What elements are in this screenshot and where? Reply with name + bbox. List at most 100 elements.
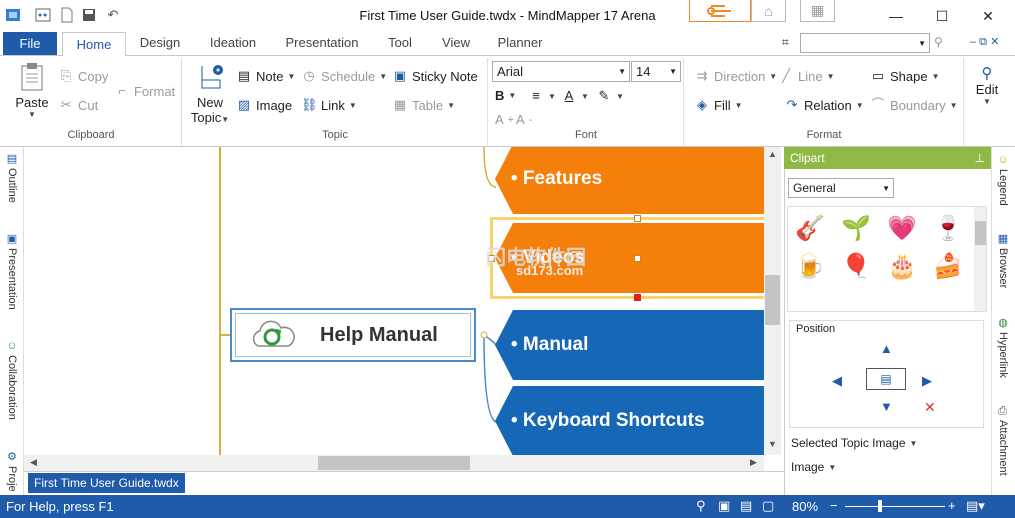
gallery-scrollbar[interactable] <box>974 207 986 311</box>
beer-icon[interactable]: 🍺 <box>792 249 828 285</box>
cake-icon[interactable]: 🎂 <box>884 249 920 285</box>
boundary-button[interactable]: ⌒ Boundary ▼ <box>870 97 957 113</box>
wine-icon[interactable]: 🍷 <box>930 211 966 247</box>
grid-icon[interactable] <box>34 6 52 24</box>
grow-font-button[interactable]: A + <box>495 112 514 127</box>
page-layout-icon[interactable]: ▤▾ <box>966 498 985 514</box>
edit-button[interactable]: ⚲ Edit ▼ <box>968 64 1006 106</box>
map-canvas[interactable]: • Features • Videos • Manual • Keyboard … <box>24 147 764 455</box>
zoom-in-icon[interactable]: + <box>948 498 956 513</box>
plant-icon[interactable]: 🌱 <box>838 211 874 247</box>
view-map-icon[interactable]: ▤ <box>740 498 752 514</box>
new-file-icon[interactable] <box>58 6 76 24</box>
sidebar-tab-presentation[interactable]: ▣ Presentation <box>2 232 22 322</box>
remove-image-icon[interactable]: ✕ <box>924 399 936 416</box>
cut-button[interactable]: ✂ Cut <box>58 97 99 113</box>
scroll-down-icon[interactable]: ▼ <box>768 439 777 449</box>
view-screen-icon[interactable]: ▢ <box>762 498 774 514</box>
scroll-up-icon[interactable]: ▲ <box>768 149 777 159</box>
horizontal-scroll-thumb[interactable] <box>318 456 470 470</box>
vertical-scrollbar[interactable]: ▲ ▼ <box>764 147 781 455</box>
sidebar-tab-collaboration[interactable]: ☺ Collaboration <box>2 340 22 430</box>
sidebar-tab-project[interactable]: ⚙ Proje <box>2 450 22 494</box>
topic-videos[interactable]: • Videos <box>495 223 764 293</box>
topic-manual[interactable]: • Manual <box>495 310 764 380</box>
horizontal-scrollbar[interactable]: ◀ ▶ <box>24 455 764 471</box>
tab-view[interactable]: View <box>437 35 475 55</box>
format-painter-button[interactable]: ⌐ Format <box>114 83 175 99</box>
save-icon[interactable] <box>80 6 98 24</box>
doc-tab-active[interactable]: First Time User Guide.twdx <box>28 473 185 493</box>
guitar-icon[interactable]: 🎸 <box>792 211 828 247</box>
image-button[interactable]: ▨ Image <box>236 97 292 113</box>
position-bottom-icon[interactable]: ▼ <box>880 399 893 414</box>
tab-design[interactable]: Design <box>136 35 184 55</box>
fill-button[interactable]: ◈ Fill ▼ <box>694 97 743 113</box>
scroll-right-icon[interactable]: ▶ <box>750 457 757 468</box>
direction-button[interactable]: ⇉ Direction ▼ <box>694 68 778 84</box>
zoom-slider[interactable] <box>845 506 945 507</box>
position-right-icon[interactable]: ▶ <box>922 373 932 389</box>
restore-icon[interactable]: – ⧉ ✕ <box>970 35 999 49</box>
clipart-category-select[interactable]: General ▼ <box>788 178 894 198</box>
relation-button[interactable]: ↷ Relation ▼ <box>784 97 864 113</box>
undo-icon[interactable]: ↶ <box>104 6 122 24</box>
home-icon[interactable]: ⌂ <box>751 0 786 22</box>
calendar-icon[interactable]: ▦ <box>800 0 835 22</box>
sidebar-tab-attachment[interactable]: ⎙ Attachment <box>993 406 1013 490</box>
search-icon[interactable]: ⚲ <box>934 35 943 49</box>
tab-planner[interactable]: Planner <box>494 35 546 55</box>
copy-button[interactable]: ⎘ Copy <box>58 68 109 84</box>
search-combo[interactable]: ▼ <box>800 33 930 53</box>
central-topic[interactable]: Help Manual <box>230 308 476 362</box>
zoom-out-icon[interactable]: − <box>830 498 838 513</box>
tab-ideation[interactable]: Ideation <box>203 35 263 55</box>
topic-features[interactable]: • Features <box>495 147 764 214</box>
zoom-fit-icon[interactable]: ⚲ <box>696 498 706 514</box>
view-page-icon[interactable]: ▣ <box>718 498 730 514</box>
resize-handle-left[interactable] <box>488 255 495 262</box>
sidebar-tab-outline[interactable]: ▤ Outline <box>2 152 22 214</box>
tab-presentation[interactable]: Presentation <box>282 35 362 55</box>
align-button[interactable]: ≡ ▼ <box>528 88 556 104</box>
sidebar-tab-hyperlink[interactable]: ◍ Hyperlink <box>993 316 1013 388</box>
font-family-select[interactable]: Arial ▼ <box>492 61 630 82</box>
tab-home[interactable]: Home <box>62 32 126 57</box>
position-center-icon[interactable]: ▤ <box>866 368 906 390</box>
sticky-note-button[interactable]: ▣ Sticky Note <box>392 68 478 84</box>
tab-tool[interactable]: Tool <box>382 35 418 55</box>
zoom-slider-thumb[interactable] <box>878 500 882 512</box>
shape-button[interactable]: ▭ Shape ▼ <box>870 68 940 84</box>
sidebar-tab-legend[interactable]: ☺ Legend <box>993 154 1013 214</box>
close-button[interactable]: ✕ <box>965 0 1011 32</box>
bold-button[interactable]: B ▼ <box>495 88 516 103</box>
pin-icon[interactable]: ⊥ <box>975 151 985 165</box>
scroll-left-icon[interactable]: ◀ <box>30 457 37 468</box>
sidebar-tab-browser[interactable]: ▦ Browser <box>993 232 1013 294</box>
layout-icon[interactable]: ⌗ <box>782 35 789 50</box>
schedule-button[interactable]: ◷ Schedule ▼ <box>301 68 387 84</box>
heart-icon[interactable]: 💗 <box>884 211 920 247</box>
resize-handle-top[interactable] <box>634 215 641 222</box>
mindmap-mode-icon[interactable] <box>689 0 751 22</box>
vertical-scroll-thumb[interactable] <box>765 275 780 325</box>
selected-topic-image-button[interactable]: Selected Topic Image ▼ <box>791 436 917 450</box>
table-button[interactable]: ▦ Table ▼ <box>392 97 455 113</box>
position-left-icon[interactable]: ◀ <box>832 373 842 389</box>
tab-file[interactable]: File <box>3 32 57 55</box>
minimize-button[interactable]: — <box>873 0 919 32</box>
paste-button[interactable]: Paste ▼ <box>14 62 50 124</box>
note-button[interactable]: ▤ Note ▼ <box>236 68 296 84</box>
new-topic-button[interactable]: New Topic▼ <box>188 64 232 125</box>
highlight-button[interactable]: ✎ ▼ <box>596 88 624 104</box>
shrink-font-button[interactable]: A- <box>516 112 532 127</box>
topic-keyboard-shortcuts[interactable]: • Keyboard Shortcuts <box>495 386 764 455</box>
balloons-icon[interactable]: 🎈 <box>838 249 874 285</box>
resize-handle-bottom[interactable] <box>634 294 641 301</box>
link-button[interactable]: ⛓ Link ▼ <box>301 97 357 113</box>
line-button[interactable]: ╱ Line ▼ <box>778 68 834 84</box>
resize-handle-middle[interactable] <box>634 255 641 262</box>
maximize-button[interactable]: ☐ <box>919 0 965 32</box>
birthday-cake-icon[interactable]: 🍰 <box>930 249 966 285</box>
position-top-icon[interactable]: ▲ <box>880 341 893 356</box>
